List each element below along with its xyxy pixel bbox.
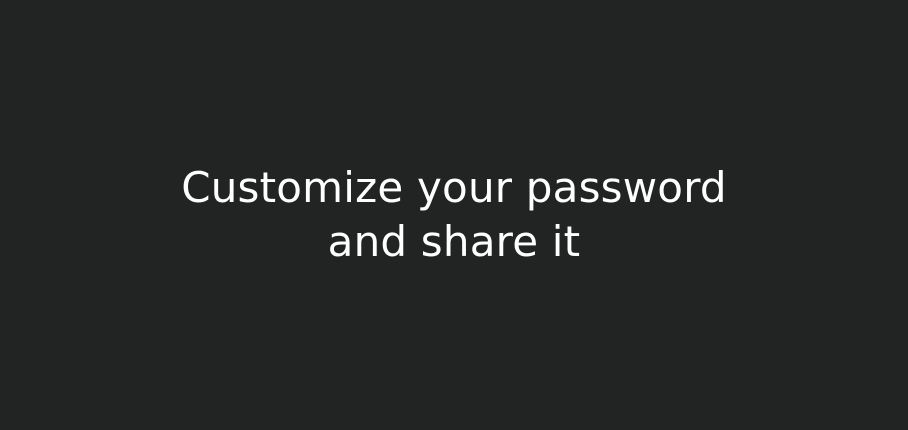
intro-screen: Customize your password and share it bbox=[0, 0, 908, 430]
headline-line-1: Customize your password bbox=[181, 163, 727, 212]
headline-line-2: and share it bbox=[327, 217, 581, 266]
headline: Customize your password and share it bbox=[181, 161, 727, 269]
